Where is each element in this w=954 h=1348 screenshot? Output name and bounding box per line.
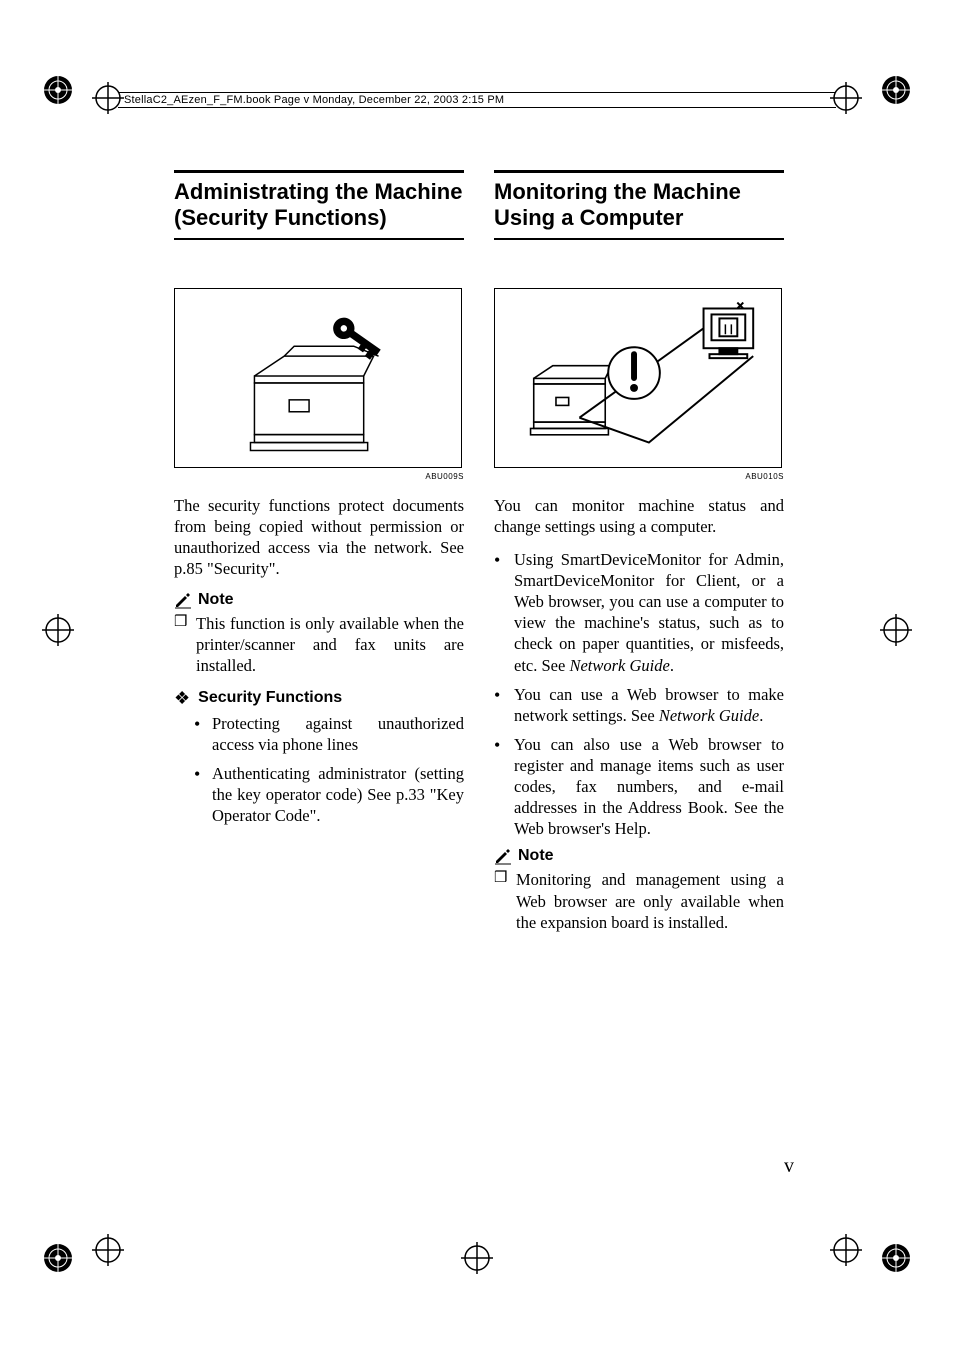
- bullet-list: Protecting against unauthorized access v…: [174, 713, 464, 827]
- section-title: Administrating the Machine (Security Fun…: [174, 179, 464, 232]
- rule-icon: [494, 170, 784, 173]
- crop-mark-icon: [878, 1240, 914, 1276]
- pencil-icon: [494, 847, 512, 865]
- bullet-list: Using SmartDeviceMonitor for Admin, Smar…: [494, 549, 784, 839]
- figure-caption: ABU009S: [174, 472, 464, 481]
- list-item: Monitoring and management using a Web br…: [494, 869, 784, 932]
- crop-mark-icon: [459, 1240, 495, 1276]
- rule-icon: [494, 238, 784, 240]
- list-item: This function is only available when the…: [174, 613, 464, 676]
- crop-mark-icon: [828, 1232, 864, 1268]
- pencil-icon: [174, 591, 192, 609]
- crop-mark-icon: [40, 1240, 76, 1276]
- note-label: Note: [518, 847, 554, 865]
- rule-icon: [174, 170, 464, 173]
- subsection-label: Security Functions: [198, 689, 342, 707]
- rule-icon: [174, 238, 464, 240]
- text-run: You can also use a Web browser to regist…: [514, 735, 784, 838]
- list-item: Authenticating administrator (setting th…: [194, 763, 464, 826]
- section-title: Monitoring the Machine Using a Computer: [494, 179, 784, 232]
- crop-mark-icon: [40, 72, 76, 108]
- running-header-text: StellaC2_AEzen_F_FM.book Page v Monday, …: [124, 94, 504, 106]
- crop-mark-icon: [90, 1232, 126, 1268]
- text-run: .: [759, 706, 763, 725]
- page-number: v: [784, 1155, 794, 1178]
- body-paragraph: You can monitor machine status and chang…: [494, 495, 784, 537]
- list-item: You can also use a Web browser to regist…: [494, 734, 784, 840]
- diamond-icon: ❖: [174, 689, 190, 707]
- crop-mark-icon: [40, 612, 76, 648]
- content-columns: Administrating the Machine (Security Fun…: [174, 170, 784, 941]
- text-italic: Network Guide: [659, 706, 759, 725]
- note-heading: Note: [494, 847, 784, 865]
- text-italic: Network Guide: [569, 656, 669, 675]
- list-item: Using SmartDeviceMonitor for Admin, Smar…: [494, 549, 784, 676]
- left-column: Administrating the Machine (Security Fun…: [174, 170, 464, 941]
- list-item: Protecting against unauthorized access v…: [194, 713, 464, 755]
- figure-security: [174, 288, 462, 468]
- text-run: .: [670, 656, 674, 675]
- running-header: StellaC2_AEzen_F_FM.book Page v Monday, …: [118, 92, 836, 108]
- list-item: You can use a Web browser to make networ…: [494, 684, 784, 726]
- note-label: Note: [198, 591, 234, 609]
- crop-mark-icon: [878, 72, 914, 108]
- figure-caption: ABU010S: [494, 472, 784, 481]
- body-paragraph: The security functions protect documents…: [174, 495, 464, 579]
- note-list: This function is only available when the…: [174, 613, 464, 676]
- subsection-heading: ❖ Security Functions: [174, 689, 464, 707]
- figure-monitoring: [494, 288, 782, 468]
- crop-mark-icon: [878, 612, 914, 648]
- note-heading: Note: [174, 591, 464, 609]
- note-list: Monitoring and management using a Web br…: [494, 869, 784, 932]
- page: StellaC2_AEzen_F_FM.book Page v Monday, …: [0, 0, 954, 1348]
- right-column: Monitoring the Machine Using a Computer: [494, 170, 784, 941]
